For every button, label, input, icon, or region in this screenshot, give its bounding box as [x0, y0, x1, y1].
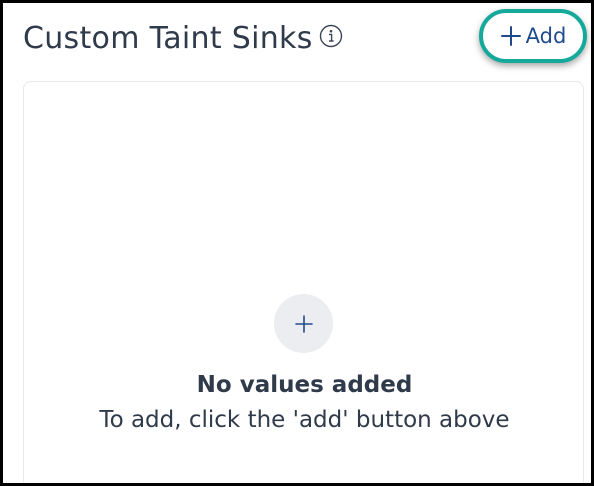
add-button-label: Add	[525, 24, 567, 48]
empty-state-title: No values added	[196, 372, 413, 398]
custom-taint-sinks-section: Custom Taint Sinks Add No values added T…	[0, 0, 594, 486]
values-panel: No values added To add, click the 'add' …	[23, 81, 584, 483]
plus-icon	[500, 26, 521, 46]
section-title: Custom Taint Sinks	[23, 21, 313, 56]
empty-state-add-button[interactable]	[274, 294, 333, 353]
add-button[interactable]: Add	[479, 9, 587, 63]
plus-icon	[294, 314, 313, 333]
info-icon[interactable]	[319, 24, 343, 48]
empty-state-subtitle: To add, click the 'add' button above	[99, 407, 510, 433]
add-button-content: Add	[500, 24, 567, 48]
